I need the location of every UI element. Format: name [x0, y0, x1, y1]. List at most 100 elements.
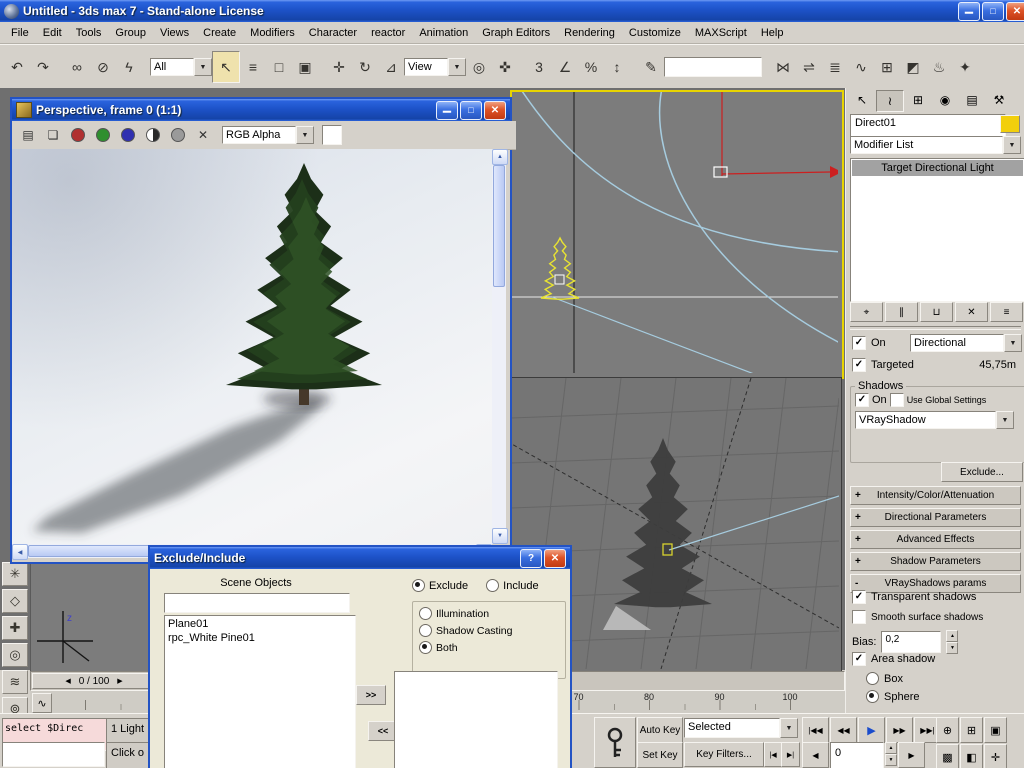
menu-create[interactable]: Create	[196, 25, 243, 41]
light-on-checkbox[interactable]	[852, 336, 866, 350]
select-and-rotate-icon[interactable]: ↻	[352, 52, 378, 82]
scroll-left-icon[interactable]	[12, 544, 28, 560]
next-frame-button[interactable]: ▶	[898, 742, 925, 768]
set-keys-button[interactable]	[594, 717, 636, 768]
render-close-button[interactable]	[484, 101, 506, 120]
select-and-scale-icon[interactable]: ⊿	[378, 52, 404, 82]
dropdown-arrow-icon[interactable]	[448, 58, 466, 76]
restore-button[interactable]	[982, 2, 1004, 21]
red-channel-button[interactable]	[67, 124, 89, 146]
dropdown-arrow-icon[interactable]	[780, 718, 798, 738]
render-maximize-button[interactable]	[460, 101, 482, 120]
include-radio[interactable]	[486, 579, 499, 592]
window-crossing-icon[interactable]: ▣	[292, 52, 318, 82]
curve-editor-icon[interactable]: ∿	[848, 52, 874, 82]
rollout-intensity-color-attenuation[interactable]: +Intensity/Color/Attenuation	[850, 486, 1021, 505]
channel-dropdown[interactable]: RGB Alpha	[222, 126, 314, 144]
undo-icon[interactable]: ↶	[4, 52, 30, 82]
menu-reactor[interactable]: reactor	[364, 25, 412, 41]
spinner-up-icon[interactable]	[946, 630, 958, 642]
render-minimize-button[interactable]	[436, 101, 458, 120]
object-color-swatch[interactable]	[1000, 115, 1020, 133]
set-key-button[interactable]: Set Key	[637, 742, 683, 768]
go-to-start-button[interactable]: |◀◀	[802, 717, 829, 743]
side-icon-5[interactable]: ≋	[2, 670, 28, 694]
dialog-close-button[interactable]	[544, 549, 566, 568]
spinner-up-icon[interactable]	[885, 742, 897, 754]
zoom-extents-all-icon[interactable]: ▩	[936, 744, 959, 768]
scene-object-item[interactable]: Plane01	[168, 617, 352, 631]
side-icon-3[interactable]: ✚	[2, 616, 28, 640]
dropdown-arrow-icon[interactable]	[194, 58, 212, 76]
scene-object-item[interactable]: rpc_White Pine01	[168, 631, 352, 645]
viewport-top-view[interactable]	[510, 90, 844, 379]
layer-manager-icon[interactable]: ≣	[822, 52, 848, 82]
smooth-surface-shadows-checkbox[interactable]	[852, 610, 866, 624]
pan-icon[interactable]: ✛	[984, 744, 1007, 768]
select-by-name-icon[interactable]: ≡	[240, 52, 266, 82]
both-radio[interactable]	[419, 641, 432, 654]
exclude-button[interactable]: Exclude...	[941, 462, 1023, 482]
clear-button[interactable]: ✕	[192, 124, 214, 146]
area-shadow-checkbox[interactable]	[852, 652, 866, 666]
pin-stack-button[interactable]: ⌖	[850, 302, 883, 322]
save-bitmap-icon[interactable]: ▤	[17, 124, 39, 146]
spinner-snap-icon[interactable]: ↕	[604, 52, 630, 82]
menu-customize[interactable]: Customize	[622, 25, 688, 41]
vertical-scrollbar[interactable]	[492, 149, 506, 544]
select-object-icon[interactable]: ↖	[212, 51, 240, 83]
dialog-titlebar[interactable]: Exclude/Include	[150, 547, 570, 569]
maxscript-listener-field[interactable]	[2, 742, 105, 767]
side-icon-4[interactable]: ◎	[2, 643, 28, 667]
zoom-icon[interactable]: ⊕	[936, 717, 959, 743]
percent-snap-icon[interactable]: %	[578, 52, 604, 82]
monochrome-button[interactable]	[142, 124, 164, 146]
side-icon-2[interactable]: ◇	[2, 589, 28, 613]
quick-render-icon[interactable]: ✦	[952, 52, 978, 82]
box-radio[interactable]	[866, 672, 879, 685]
viewport-left-sliver[interactable]: z	[30, 562, 150, 672]
next-key-button[interactable]: ▶▶	[886, 717, 913, 743]
object-name-field[interactable]: Direct01	[850, 114, 1006, 138]
zoom-extents-icon[interactable]: ▣	[984, 717, 1007, 743]
sphere-radio[interactable]	[866, 690, 879, 703]
previous-key-small-button[interactable]	[764, 742, 782, 767]
tab-modify[interactable]: ≀	[876, 90, 904, 112]
key-filters-button[interactable]: Key Filters...	[684, 742, 764, 767]
menu-group[interactable]: Group	[108, 25, 153, 41]
selection-filter-dropdown[interactable]: All	[150, 58, 212, 76]
use-pivot-center-icon[interactable]: ◎	[466, 52, 492, 82]
frame-spinner[interactable]	[885, 742, 897, 766]
bias-field[interactable]: 0,2	[881, 631, 941, 653]
modifier-stack[interactable]: Target Directional Light	[850, 158, 1024, 302]
make-unique-button[interactable]: ⊔	[920, 302, 953, 322]
play-button[interactable]: ▶	[858, 717, 885, 743]
scrollbar-thumb[interactable]	[493, 165, 505, 287]
shadow-generator-dropdown[interactable]: VRayShadow	[855, 411, 1014, 429]
previous-frame-button[interactable]: ◀	[802, 742, 829, 768]
menu-file[interactable]: File	[4, 25, 36, 41]
menu-rendering[interactable]: Rendering	[557, 25, 622, 41]
tab-create[interactable]: ↖	[849, 90, 875, 110]
mirror-icon[interactable]: ⋈	[770, 52, 796, 82]
remove-modifier-button[interactable]: ✕	[955, 302, 988, 322]
menu-tools[interactable]: Tools	[69, 25, 109, 41]
menu-graph-editors[interactable]: Graph Editors	[475, 25, 557, 41]
rollout-directional-parameters[interactable]: +Directional Parameters	[850, 508, 1021, 527]
material-editor-icon[interactable]: ◩	[900, 52, 926, 82]
dropdown-arrow-icon[interactable]	[1004, 334, 1022, 352]
targeted-checkbox[interactable]	[852, 358, 866, 372]
transparent-shadows-checkbox[interactable]	[852, 590, 866, 604]
spinner-down-icon[interactable]	[885, 754, 897, 766]
zoom-all-icon[interactable]: ⊞	[960, 717, 983, 743]
mini-curve-editor-button[interactable]	[32, 693, 52, 713]
configure-modifier-sets-button[interactable]: ≡	[990, 302, 1023, 322]
alpha-channel-button[interactable]	[167, 124, 189, 146]
next-key-small-button[interactable]	[781, 742, 800, 767]
region-zoom-icon[interactable]: ◧	[960, 744, 983, 768]
green-channel-button[interactable]	[92, 124, 114, 146]
align-icon[interactable]: ⇌	[796, 52, 822, 82]
illumination-radio[interactable]	[419, 607, 432, 620]
tab-display[interactable]: ▤	[959, 90, 985, 110]
clone-window-icon[interactable]: ❏	[42, 124, 64, 146]
